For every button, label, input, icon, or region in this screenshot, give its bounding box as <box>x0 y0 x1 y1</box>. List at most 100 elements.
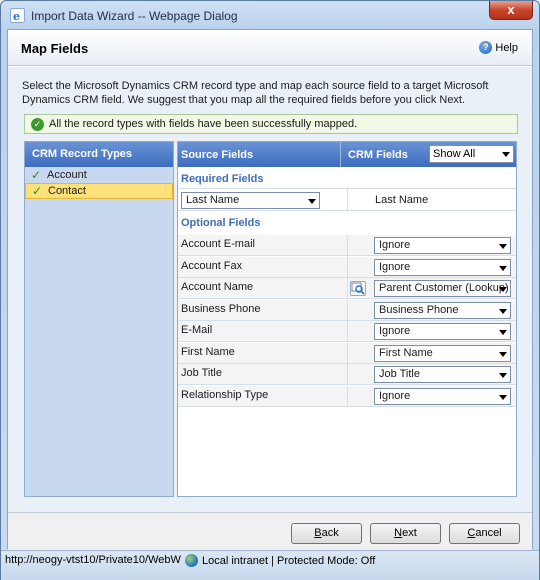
row-divider <box>347 189 348 212</box>
optional-field-row: E-Mail Ignore <box>178 321 516 342</box>
help-label[interactable]: Help <box>495 42 518 54</box>
optional-field-row: Business Phone Business Phone <box>178 299 516 321</box>
source-field-label: Relationship Type <box>181 388 269 401</box>
source-field-label: Account E-mail <box>181 238 255 250</box>
globe-icon <box>185 554 198 567</box>
chevron-down-icon <box>499 351 507 357</box>
record-type-contact[interactable]: ✓ Contact <box>25 183 173 199</box>
required-field-row: Last Name Last Name <box>178 188 516 212</box>
crm-field-select[interactable]: Business Phone <box>374 301 511 319</box>
optional-field-row: Account Name Parent Customer (Lookup) <box>178 278 516 299</box>
status-url: http://neogy-vtst10/Private10/WebW <box>5 554 181 566</box>
source-field-label: First Name <box>181 345 235 358</box>
required-source-value: Last Name <box>186 194 240 206</box>
success-banner: ✓ All the record types with fields have … <box>24 114 518 134</box>
wizard-footer: Back Next Cancel <box>8 512 532 550</box>
chevron-down-icon <box>499 308 507 314</box>
crm-field-select[interactable]: Ignore <box>374 323 511 340</box>
page-title: Map Fields <box>21 41 89 56</box>
lookup-icon[interactable] <box>350 281 366 296</box>
back-button[interactable]: Back <box>291 523 362 544</box>
optional-field-row: Account Fax Ignore <box>178 256 516 278</box>
optional-field-row: First Name First Name <box>178 342 516 364</box>
crm-fields-header: CRM Fields <box>348 149 408 161</box>
record-types-list: ✓ Account ✓ Contact <box>25 167 173 199</box>
crm-field-value: Business Phone <box>379 303 459 316</box>
source-field-label: Job Title <box>181 367 222 379</box>
title-bar: e Import Data Wizard -- Webpage Dialog x <box>1 1 539 29</box>
record-type-account[interactable]: ✓ Account <box>25 167 173 183</box>
crm-field-value: Ignore <box>379 239 411 251</box>
mapping-header: Source Fields CRM Fields Show All <box>178 142 516 167</box>
wizard-body: Select the Microsoft Dynamics CRM record… <box>8 67 532 512</box>
chevron-down-icon <box>499 287 507 292</box>
chevron-down-icon <box>502 152 510 157</box>
chevron-down-icon <box>308 199 316 204</box>
chevron-down-icon <box>499 330 507 335</box>
help-icon: ? <box>479 41 493 54</box>
row-divider <box>347 256 348 278</box>
chevron-down-icon <box>499 394 507 400</box>
header-divider <box>340 142 341 167</box>
required-crm-field: Last Name <box>375 194 429 206</box>
source-field-label: E-Mail <box>181 324 213 336</box>
show-filter-value: Show All <box>433 148 476 160</box>
page-header: Map Fields ? Help <box>8 30 532 66</box>
row-divider <box>347 342 348 364</box>
crm-field-select[interactable]: Ignore <box>374 258 511 276</box>
crm-field-value: Job Title <box>379 368 420 380</box>
crm-field-value: Ignore <box>379 389 411 402</box>
next-button[interactable]: Next <box>370 523 441 544</box>
security-zone[interactable]: Local intranet | Protected Mode: Off <box>185 552 375 569</box>
crm-field-select[interactable]: Job Title <box>374 366 511 383</box>
optional-field-row: Relationship Type Ignore <box>178 385 516 407</box>
cancel-button[interactable]: Cancel <box>449 523 520 544</box>
help-link[interactable]: ? Help <box>479 41 518 54</box>
security-zone-label: Local intranet | Protected Mode: Off <box>202 554 376 567</box>
instructions-text: Select the Microsoft Dynamics CRM record… <box>22 80 489 106</box>
svg-text:e: e <box>13 10 20 22</box>
crm-field-select[interactable]: Ignore <box>374 237 511 254</box>
dialog-content: Map Fields ? Help Select the Microsoft D… <box>7 29 533 550</box>
window-title: Import Data Wizard -- Webpage Dialog <box>31 9 238 23</box>
chevron-down-icon <box>499 244 507 249</box>
required-source-select[interactable]: Last Name <box>181 192 320 209</box>
success-message: All the record types with fields have be… <box>49 118 358 130</box>
source-field-label: Business Phone <box>181 302 261 315</box>
row-divider <box>347 364 348 385</box>
record-types-header: CRM Record Types <box>25 142 173 167</box>
record-type-label: Contact <box>48 185 86 197</box>
close-button[interactable]: x <box>489 1 533 20</box>
dialog-window: e Import Data Wizard -- Webpage Dialog x… <box>0 0 540 580</box>
check-icon: ✓ <box>32 184 43 198</box>
row-divider <box>347 299 348 321</box>
optional-field-row: Account E-mail Ignore <box>178 235 516 256</box>
source-field-label: Account Name <box>181 281 254 293</box>
chevron-down-icon <box>499 373 507 378</box>
crm-field-select[interactable]: Ignore <box>374 387 511 405</box>
source-fields-header: Source Fields <box>181 149 254 161</box>
crm-field-select[interactable]: First Name <box>374 344 511 362</box>
optional-field-row: Job Title Job Title <box>178 364 516 385</box>
optional-fields-label: Optional Fields <box>181 217 261 229</box>
record-types-panel: CRM Record Types ✓ Account ✓ Contact <box>24 141 174 497</box>
record-type-label: Account <box>47 169 87 181</box>
crm-field-value: Ignore <box>379 325 411 337</box>
crm-field-value: Parent Customer (Lookup) <box>379 282 509 294</box>
row-divider <box>347 385 348 407</box>
crm-field-value: Ignore <box>379 260 411 273</box>
row-divider <box>347 278 348 299</box>
source-field-label: Account Fax <box>181 259 243 272</box>
row-divider <box>347 321 348 342</box>
required-fields-label: Required Fields <box>181 173 264 185</box>
chevron-down-icon <box>499 265 507 271</box>
crm-field-select[interactable]: Parent Customer (Lookup) <box>374 280 511 297</box>
row-divider <box>347 235 348 256</box>
show-filter-select[interactable]: Show All <box>429 145 514 163</box>
crm-field-value: First Name <box>379 346 433 359</box>
field-mapping-panel: Source Fields CRM Fields Show All Requir… <box>177 141 517 497</box>
success-check-icon: ✓ <box>31 117 44 131</box>
ie-page-icon: e <box>10 8 25 23</box>
status-bar: http://neogy-vtst10/Private10/WebW Local… <box>1 550 539 580</box>
check-icon: ✓ <box>31 168 42 182</box>
